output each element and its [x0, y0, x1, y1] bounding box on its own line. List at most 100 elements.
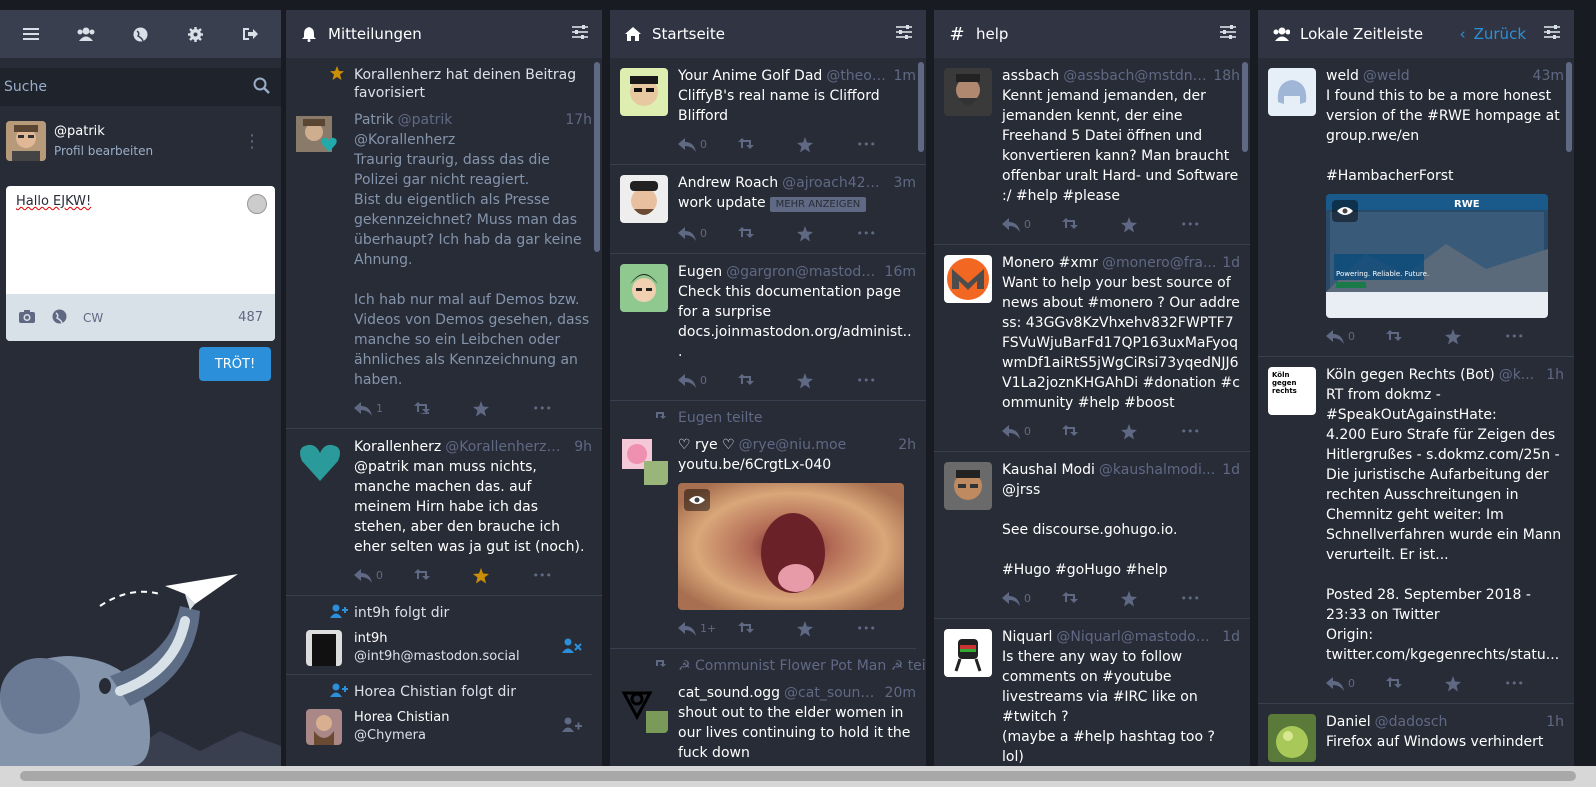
favourite-button[interactable] — [1445, 329, 1505, 345]
timestamp[interactable]: 1d — [1222, 460, 1240, 480]
timestamp[interactable]: 1d — [1222, 253, 1240, 273]
account-handle[interactable]: @weld — [1363, 66, 1529, 86]
display-name[interactable]: Köln gegen Rechts (Bot) — [1326, 365, 1495, 385]
display-name[interactable]: Your Anime Golf Dad — [678, 66, 822, 86]
account-handle[interactable]: @gargron@mastodon... — [726, 262, 880, 282]
back-button[interactable]: ‹ Zurück — [1460, 25, 1526, 43]
reply-button[interactable]: 0 — [1002, 422, 1062, 442]
avatar[interactable] — [620, 68, 668, 116]
avatar[interactable] — [944, 629, 992, 677]
show-more-button[interactable]: MEHR ANZEIGEN — [769, 197, 867, 212]
account-handle[interactable]: @assbach@mstdn.io — [1063, 66, 1209, 86]
status[interactable]: ♡ rye ♡ @rye@niu.moe 2h youtu.be/6CrgtLx-0… — [610, 427, 926, 648]
avatar[interactable] — [620, 685, 668, 733]
boost-button[interactable] — [737, 227, 798, 241]
favourite-button[interactable] — [797, 373, 857, 389]
display-name[interactable]: Niquarl — [1002, 627, 1052, 647]
column-title[interactable]: help — [976, 25, 1220, 43]
more-icon[interactable]: ••• — [1505, 674, 1565, 694]
compose-textarea[interactable]: Hallo EJKW! — [6, 186, 275, 294]
avatar[interactable] — [620, 175, 668, 223]
horizontal-scrollbar[interactable] — [0, 766, 1596, 787]
search-icon[interactable] — [253, 77, 271, 99]
boost-button[interactable] — [1385, 330, 1446, 344]
avatar[interactable] — [6, 121, 46, 161]
reply-button[interactable]: 1 — [354, 399, 414, 419]
account-handle[interactable]: @int9h@mastodon.social — [354, 648, 520, 666]
camera-icon[interactable] — [18, 309, 36, 327]
avatar[interactable] — [1268, 714, 1316, 762]
timestamp[interactable]: 17h — [565, 110, 592, 130]
status[interactable]: Patrik @patrik 17h @Korallenherz Traurig t… — [286, 102, 602, 428]
status[interactable]: assbach @assbach@mstdn.io 18h Kennt jemand… — [934, 58, 1250, 245]
account-handle[interactable]: @rye@niu.moe — [739, 435, 895, 455]
display-name[interactable]: assbach — [1002, 66, 1059, 86]
eye-icon[interactable] — [1332, 200, 1358, 222]
column-title[interactable]: Mitteilungen — [328, 25, 572, 43]
scrollbar-thumb[interactable] — [20, 771, 1576, 781]
timestamp[interactable]: 1h — [1546, 365, 1564, 385]
search-input[interactable] — [0, 68, 281, 106]
more-icon[interactable]: ••• — [857, 135, 917, 155]
follow-icon[interactable] — [562, 717, 582, 737]
column-title[interactable]: Startseite — [652, 25, 896, 43]
reply-button[interactable]: 0 — [678, 371, 738, 391]
timestamp[interactable]: 2h — [898, 435, 916, 455]
users-icon[interactable] — [66, 14, 106, 54]
sliders-icon[interactable] — [1220, 25, 1236, 43]
more-icon[interactable]: ••• — [1505, 327, 1565, 347]
account-handle[interactable]: @dadosch — [1375, 712, 1543, 732]
timestamp[interactable]: 16m — [885, 262, 916, 282]
cw-button[interactable]: CW — [83, 311, 103, 325]
display-name[interactable]: Kaushal Modi — [1002, 460, 1095, 480]
favourite-button[interactable] — [797, 621, 857, 637]
avatar[interactable] — [1268, 68, 1316, 116]
boost-button[interactable] — [413, 569, 474, 583]
status[interactable]: weld @weld 43m I found this to be a more h… — [1258, 58, 1574, 357]
avatar[interactable] — [620, 437, 668, 485]
timestamp[interactable]: 1m — [893, 66, 916, 86]
status[interactable]: Monero #xmr @monero@fra... 1d Want to help… — [934, 245, 1250, 452]
favourite-button[interactable] — [797, 226, 857, 242]
favourite-button[interactable] — [473, 401, 533, 417]
avatar[interactable] — [306, 630, 342, 666]
status[interactable]: Kaushal Modi @kaushalmodi... 1d @jrss See … — [934, 452, 1250, 619]
reply-button[interactable]: 0 — [1326, 327, 1386, 347]
more-icon[interactable]: ••• — [533, 399, 593, 419]
more-icon[interactable]: ••• — [1181, 215, 1241, 235]
status[interactable]: Korallenherz @Korallenherz@... 9h @patrik … — [286, 429, 602, 596]
account-handle[interactable]: @ajroach42@r... — [782, 173, 889, 193]
more-icon[interactable]: ••• — [857, 224, 917, 244]
favourite-button[interactable] — [1445, 676, 1505, 692]
account-handle[interactable]: @k... — [1499, 365, 1543, 385]
boost-button[interactable] — [1061, 425, 1122, 439]
account-handle[interactable]: @Niquarl@mastodon.... — [1056, 627, 1218, 647]
reply-button[interactable]: 0 — [678, 224, 738, 244]
account-handle[interactable]: @Korallenherz@... — [445, 437, 570, 457]
timestamp[interactable]: 3m — [893, 173, 916, 193]
edit-profile-link[interactable]: Profil bearbeiten — [54, 144, 153, 158]
media-attachment[interactable] — [678, 483, 904, 610]
avatar[interactable] — [944, 462, 992, 510]
more-icon[interactable]: ••• — [1181, 422, 1241, 442]
sliders-icon[interactable] — [896, 25, 912, 43]
display-name[interactable]: int9h — [354, 630, 520, 648]
favourite-button[interactable] — [1121, 217, 1181, 233]
favourite-button[interactable] — [1121, 424, 1181, 440]
profile-handle[interactable]: @patrik — [54, 124, 153, 139]
more-icon[interactable]: ••• — [1181, 589, 1241, 609]
display-name[interactable]: Monero #xmr — [1002, 253, 1098, 273]
globe-icon[interactable] — [120, 14, 160, 54]
status[interactable]: Your Anime Golf Dad @theou... 1m CliffyB's… — [610, 58, 926, 165]
avatar[interactable] — [296, 112, 344, 160]
avatar[interactable] — [944, 255, 992, 303]
sliders-icon[interactable] — [572, 25, 588, 43]
timestamp[interactable]: 9h — [574, 437, 592, 457]
reply-button[interactable]: 0 — [1326, 674, 1386, 694]
favourite-button[interactable] — [473, 568, 533, 584]
avatar[interactable] — [296, 439, 344, 487]
status[interactable]: Niquarl @Niquarl@mastodon.... 1d Is there … — [934, 619, 1250, 766]
reply-button[interactable]: 0 — [1002, 215, 1062, 235]
display-name[interactable]: weld — [1326, 66, 1359, 86]
avatar[interactable] — [944, 68, 992, 116]
